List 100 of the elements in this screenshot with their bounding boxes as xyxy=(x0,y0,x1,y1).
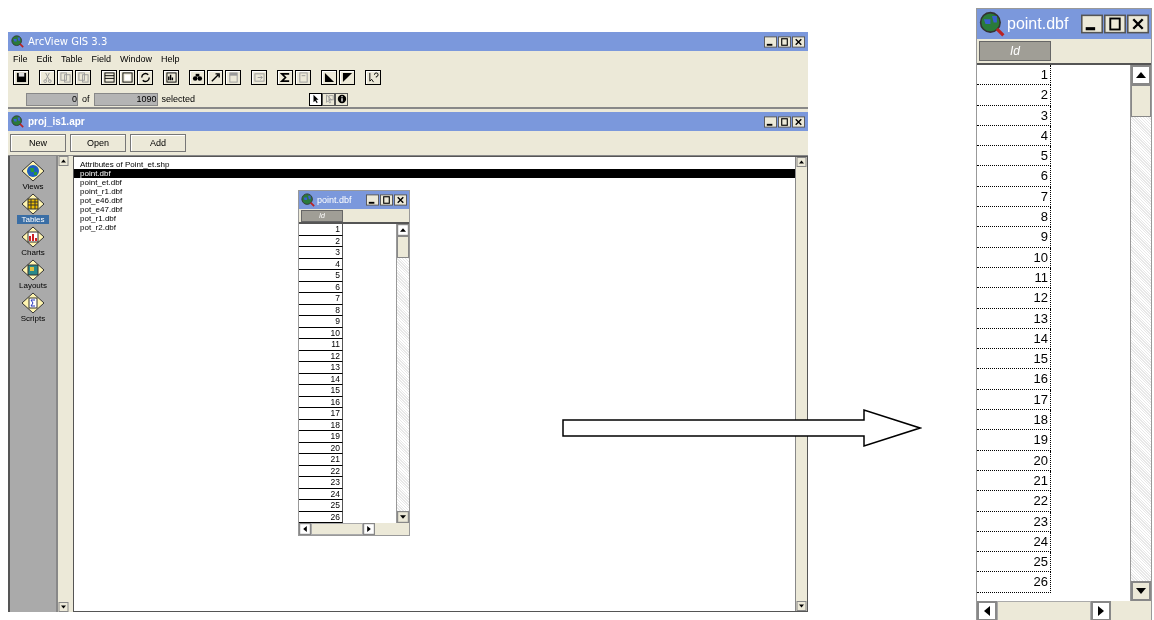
maximize-icon[interactable] xyxy=(1104,13,1126,35)
menu-item[interactable]: Window xyxy=(120,54,153,64)
select-icon[interactable] xyxy=(322,92,336,106)
minimize-icon[interactable] xyxy=(366,194,379,206)
scroll-down-icon[interactable] xyxy=(58,602,69,612)
table-cell: 4 xyxy=(977,125,1051,147)
vertical-scrollbar[interactable] xyxy=(396,224,409,523)
close-icon[interactable] xyxy=(394,194,407,206)
sort-desc-icon[interactable] xyxy=(339,70,355,85)
scroll-thumb[interactable] xyxy=(397,236,409,258)
list-item[interactable]: pot_e47.dbf xyxy=(74,205,123,214)
maximize-icon[interactable] xyxy=(778,115,791,128)
vertical-scrollbar[interactable] xyxy=(1130,65,1151,601)
list-item[interactable]: point_r1.dbf xyxy=(74,187,123,196)
list-item[interactable]: point_et.dbf xyxy=(74,178,122,187)
table-cell: 14 xyxy=(977,328,1051,350)
table-cell: 3 xyxy=(299,247,343,259)
minimize-icon[interactable] xyxy=(764,35,777,48)
table-cell: 24 xyxy=(977,531,1051,553)
scroll-down-icon[interactable] xyxy=(1131,581,1151,601)
toolbar-button[interactable]: New xyxy=(10,134,66,152)
scroll-right-icon[interactable] xyxy=(1091,601,1111,620)
table-cell: 5 xyxy=(977,146,1051,167)
scroll-thumb[interactable] xyxy=(1131,85,1151,117)
select-all-icon[interactable] xyxy=(101,70,117,85)
sidebar-item[interactable]: Charts xyxy=(19,248,47,257)
table-cell: 20 xyxy=(977,450,1051,471)
help-icon[interactable] xyxy=(365,70,381,85)
select-none-icon[interactable] xyxy=(119,70,135,85)
table-cell: 1 xyxy=(977,65,1051,86)
save-icon[interactable] xyxy=(13,70,29,85)
table-cell: 19 xyxy=(299,431,343,443)
sidebar-item[interactable]: Scripts xyxy=(18,314,48,323)
query-icon[interactable] xyxy=(207,70,223,85)
menu-item[interactable]: Help xyxy=(161,54,180,64)
find-icon[interactable] xyxy=(189,70,205,85)
list-item[interactable]: pot_r1.dbf xyxy=(74,214,117,223)
table-cell: 11 xyxy=(977,267,1051,289)
toolbar-button[interactable]: Open xyxy=(70,134,126,152)
scroll-down-icon[interactable] xyxy=(796,601,807,611)
list-item[interactable]: pot_r2.dbf xyxy=(74,223,117,232)
close-icon[interactable] xyxy=(792,115,805,128)
script-icon[interactable] xyxy=(21,292,45,314)
chart-icon[interactable] xyxy=(21,226,45,248)
globe-icon[interactable] xyxy=(21,160,45,182)
maximize-icon[interactable] xyxy=(380,194,393,206)
table-cell: 18 xyxy=(977,410,1051,431)
table-cell: 24 xyxy=(299,488,343,500)
table-cell: 22 xyxy=(299,465,343,477)
list-item[interactable]: pot_e46.dbf xyxy=(74,196,123,205)
table-cell: 7 xyxy=(299,293,343,305)
scroll-down-icon[interactable] xyxy=(397,511,409,523)
chart-icon[interactable] xyxy=(163,70,179,85)
list-item[interactable]: Attributes of Point_et.shp xyxy=(74,160,170,169)
table-cell: 6 xyxy=(299,281,343,293)
table-cell: 12 xyxy=(977,288,1051,309)
table-cell: 8 xyxy=(977,207,1051,228)
menu-item[interactable]: Table xyxy=(61,54,83,64)
table-cell: 12 xyxy=(299,350,343,362)
scroll-left-icon[interactable] xyxy=(299,523,311,535)
menu-item[interactable]: Field xyxy=(91,54,112,64)
scroll-up-icon[interactable] xyxy=(1131,65,1151,85)
table-cell: 23 xyxy=(977,511,1051,532)
close-icon[interactable] xyxy=(1127,13,1149,35)
list-item[interactable]: point.dbf xyxy=(74,169,795,178)
pointer-icon[interactable] xyxy=(309,92,323,106)
minimize-icon[interactable] xyxy=(1081,13,1103,35)
table-cell: 19 xyxy=(977,430,1051,451)
vertical-scrollbar[interactable] xyxy=(57,156,69,612)
sum-icon[interactable] xyxy=(277,70,293,85)
table-cell: 16 xyxy=(299,396,343,408)
table-cell: 26 xyxy=(977,572,1051,593)
table-cell: 11 xyxy=(299,339,343,351)
scroll-left-icon[interactable] xyxy=(977,601,997,620)
window-title: ArcView GIS 3.3 xyxy=(28,36,108,47)
table-cell: 9 xyxy=(977,227,1051,248)
toolbar-button[interactable]: Add xyxy=(130,134,186,152)
table-cell: 13 xyxy=(977,308,1051,329)
maximize-icon[interactable] xyxy=(778,35,791,48)
scroll-up-icon[interactable] xyxy=(796,157,807,167)
scroll-right-icon[interactable] xyxy=(363,523,375,535)
sidebar-item[interactable]: Tables xyxy=(17,215,49,224)
scroll-up-icon[interactable] xyxy=(58,156,69,166)
table-icon[interactable] xyxy=(21,193,45,215)
sidebar-item[interactable]: Layouts xyxy=(17,281,49,290)
layout-icon[interactable] xyxy=(21,259,45,281)
menu-item[interactable]: Edit xyxy=(36,54,53,64)
menu-item[interactable]: File xyxy=(13,54,28,64)
vertical-scrollbar[interactable] xyxy=(795,157,807,611)
sort-asc-icon[interactable] xyxy=(321,70,337,85)
selected-count: 0 xyxy=(26,92,78,106)
info-icon[interactable] xyxy=(335,92,349,106)
table-cell: 9 xyxy=(299,316,343,328)
close-icon[interactable] xyxy=(792,35,805,48)
minimize-icon[interactable] xyxy=(764,115,777,128)
sidebar-item[interactable]: Views xyxy=(20,182,46,191)
table-cell: 2 xyxy=(977,85,1051,106)
scroll-up-icon[interactable] xyxy=(397,224,409,236)
switch-icon[interactable] xyxy=(137,70,153,85)
table-cell: 17 xyxy=(977,389,1051,411)
